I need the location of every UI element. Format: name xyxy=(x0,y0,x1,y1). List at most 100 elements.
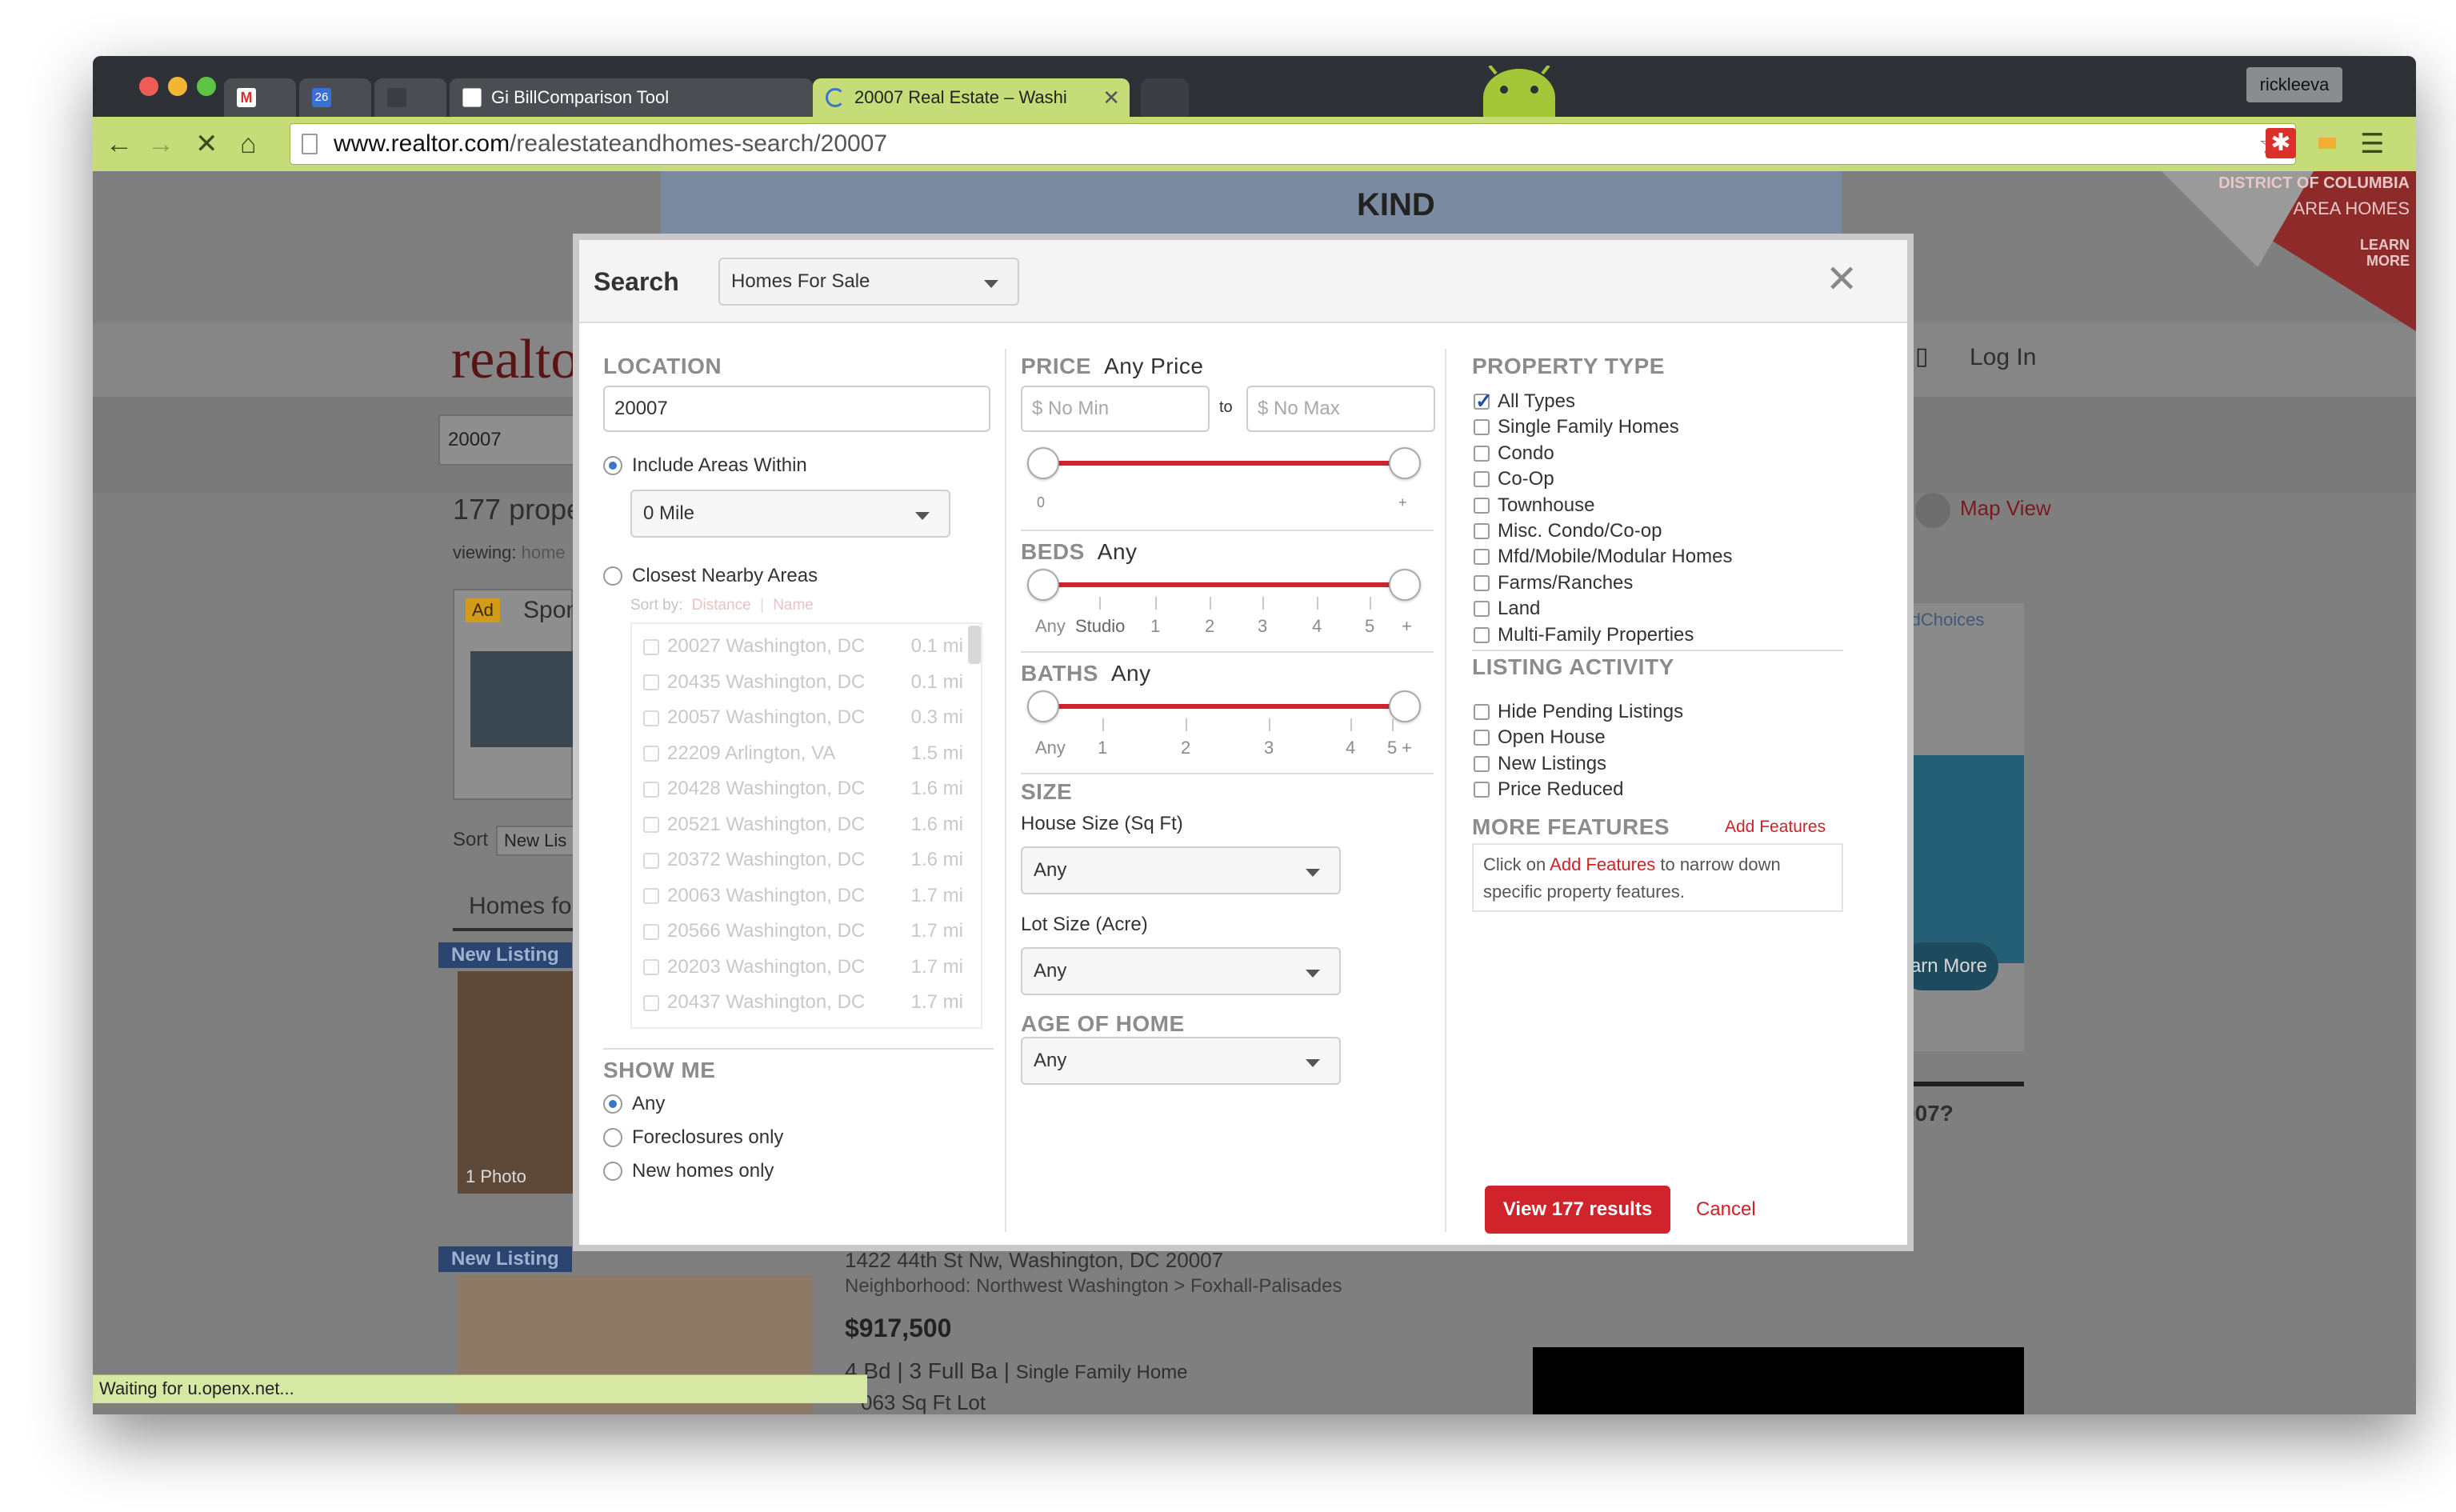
property-type-checkbox[interactable] xyxy=(1474,549,1490,566)
list-scrollbar[interactable] xyxy=(968,626,981,664)
nearby-area-item[interactable]: 20566 Washington, DC 1.7 mi xyxy=(643,920,963,942)
sort-select[interactable]: New Lis xyxy=(496,826,584,856)
property-type-checkbox[interactable] xyxy=(1474,471,1490,488)
baths-max-handle[interactable] xyxy=(1389,690,1421,722)
price-slider-track[interactable] xyxy=(1043,461,1406,466)
area-checkbox[interactable] xyxy=(643,923,659,940)
baths-slider-track[interactable] xyxy=(1043,704,1406,709)
property-type-checkbox[interactable] xyxy=(1474,601,1490,618)
show-new-homes-radio[interactable] xyxy=(603,1162,622,1181)
minimize-window-button[interactable] xyxy=(168,77,187,96)
nearby-area-item[interactable]: 20437 Washington, DC 1.7 mi xyxy=(643,991,963,1014)
tab-gmail[interactable]: M xyxy=(224,78,296,117)
nearby-area-item[interactable]: 20057 Washington, DC 0.3 mi xyxy=(643,706,963,729)
price-min-handle[interactable] xyxy=(1027,447,1059,479)
realtor-logo[interactable]: realto xyxy=(451,328,578,392)
closest-areas-radio[interactable] xyxy=(603,566,622,586)
nearby-area-item[interactable]: 20428 Washington, DC 1.6 mi xyxy=(643,778,963,800)
nearby-area-item[interactable]: 20063 Washington, DC 1.7 mi xyxy=(643,885,963,907)
listing-activity-checkbox[interactable] xyxy=(1474,755,1490,772)
tab-calendar[interactable]: 26 xyxy=(299,78,371,117)
sort-name-link[interactable]: Name xyxy=(773,597,814,614)
sort-distance-link[interactable]: Distance xyxy=(692,597,751,614)
search-type-select[interactable]: Homes For Sale xyxy=(718,258,1019,306)
map-view-link[interactable]: Map View xyxy=(1960,496,2051,521)
property-type-checkbox[interactable] xyxy=(1474,523,1490,539)
close-window-button[interactable] xyxy=(139,77,158,96)
area-checkbox[interactable] xyxy=(643,959,659,976)
cancel-link[interactable]: Cancel xyxy=(1696,1198,1756,1221)
area-checkbox[interactable] xyxy=(643,710,659,726)
area-checkbox[interactable] xyxy=(643,852,659,869)
video-player[interactable] xyxy=(1533,1347,2024,1414)
right-ad[interactable]: AdChoices arn More xyxy=(1899,603,2024,1051)
area-checkbox[interactable] xyxy=(643,638,659,655)
forward-arrow-icon[interactable]: → xyxy=(147,128,174,160)
property-type-checkbox[interactable] xyxy=(1474,445,1490,462)
new-tab-button[interactable] xyxy=(1141,78,1189,117)
area-checkbox[interactable] xyxy=(643,994,659,1011)
sponsored-thumbnail[interactable] xyxy=(470,651,573,747)
nearby-area-item[interactable]: 20372 Washington, DC 1.6 mi xyxy=(643,849,963,871)
show-any-radio[interactable] xyxy=(603,1094,622,1114)
home-icon[interactable]: ⌂ xyxy=(240,128,257,160)
nearby-area-item[interactable]: 20027 Washington, DC 0.1 mi xyxy=(643,635,963,658)
stop-loading-icon[interactable]: ✕ xyxy=(195,128,218,160)
add-features-link[interactable]: Add Features xyxy=(1725,818,1826,837)
property-type-checkbox[interactable] xyxy=(1474,574,1490,591)
area-checkbox[interactable] xyxy=(643,888,659,905)
profile-button[interactable]: rickleeva xyxy=(2246,67,2342,102)
nearby-area-item[interactable]: 20435 Washington, DC 0.1 mi xyxy=(643,671,963,694)
zoom-window-button[interactable] xyxy=(197,77,216,96)
extension-icon[interactable] xyxy=(2318,138,2336,149)
learn-more-button[interactable]: arn More xyxy=(1899,942,1998,990)
price-min-input[interactable]: $ No Min xyxy=(1021,386,1210,432)
area-checkbox[interactable] xyxy=(643,674,659,691)
include-areas-radio[interactable] xyxy=(603,456,622,475)
tab-realtor[interactable]: 20007 Real Estate – Washi ✕ xyxy=(813,78,1130,117)
area-checkbox[interactable] xyxy=(643,781,659,798)
show-foreclosures-radio[interactable] xyxy=(603,1128,622,1147)
close-icon[interactable]: ✕ xyxy=(1826,261,1858,299)
property-type-checkbox[interactable] xyxy=(1474,389,1493,414)
phone-icon[interactable]: ▯ xyxy=(1915,342,1929,370)
property-type-checkbox[interactable] xyxy=(1474,419,1490,436)
listing-activity-checkbox[interactable] xyxy=(1474,730,1490,746)
price-max-handle[interactable] xyxy=(1389,447,1421,479)
address-bar[interactable]: www.realtor.com/realestateandhomes-searc… xyxy=(290,123,2296,165)
property-type-checkbox[interactable] xyxy=(1474,626,1490,643)
menu-icon[interactable]: ☰ xyxy=(2360,128,2384,160)
listing-address[interactable]: 1422 44th St Nw, Washington, DC 20007 xyxy=(845,1248,1223,1273)
hint-add-features-link[interactable]: Add Features xyxy=(1550,854,1655,874)
corner-peel-banner[interactable]: DISTRICT OF COLUMBIA AREA HOMES LEARN MO… xyxy=(2162,171,2416,331)
nearby-areas-list[interactable]: 20027 Washington, DC 0.1 mi 20435 Washingt… xyxy=(630,622,982,1029)
tab-blank[interactable] xyxy=(374,78,446,117)
nearby-area-item[interactable]: 20203 Washington, DC 1.7 mi xyxy=(643,956,963,978)
baths-tick-label: 4 xyxy=(1346,738,1356,758)
beds-min-handle[interactable] xyxy=(1027,569,1059,601)
beds-max-handle[interactable] xyxy=(1389,569,1421,601)
house-size-select[interactable]: Any xyxy=(1021,846,1341,894)
baths-min-handle[interactable] xyxy=(1027,690,1059,722)
beds-slider-track[interactable] xyxy=(1043,582,1406,587)
view-results-button[interactable]: View 177 results xyxy=(1485,1186,1670,1234)
login-link[interactable]: Log In xyxy=(1970,344,2036,371)
nearby-area-item[interactable]: 22209 Arlington, VA 1.5 mi xyxy=(643,742,963,765)
nearby-area-item[interactable]: 20521 Washington, DC 1.6 mi xyxy=(643,814,963,836)
area-checkbox[interactable] xyxy=(643,817,659,834)
price-max-input[interactable]: $ No Max xyxy=(1246,386,1435,432)
close-tab-icon[interactable]: ✕ xyxy=(1102,78,1120,117)
property-type-checkbox[interactable] xyxy=(1474,497,1490,514)
listing-activity-checkbox[interactable] xyxy=(1474,782,1490,798)
age-select[interactable]: Any xyxy=(1021,1037,1341,1085)
radius-select[interactable]: 0 Mile xyxy=(630,490,950,538)
baths-tick-mark xyxy=(1269,718,1270,731)
back-arrow-icon[interactable]: ← xyxy=(106,128,133,160)
area-checkbox[interactable] xyxy=(643,746,659,762)
tab-bill-comparison[interactable]: Gi BillComparison Tool xyxy=(450,78,813,117)
listing-photo-1[interactable]: 1 Photo xyxy=(458,971,573,1194)
lot-size-select[interactable]: Any xyxy=(1021,947,1341,995)
location-input[interactable]: 20007 xyxy=(603,386,990,432)
listing-activity-checkbox[interactable] xyxy=(1474,704,1490,720)
extension-lastpass-icon[interactable]: ✱ xyxy=(2266,128,2296,158)
